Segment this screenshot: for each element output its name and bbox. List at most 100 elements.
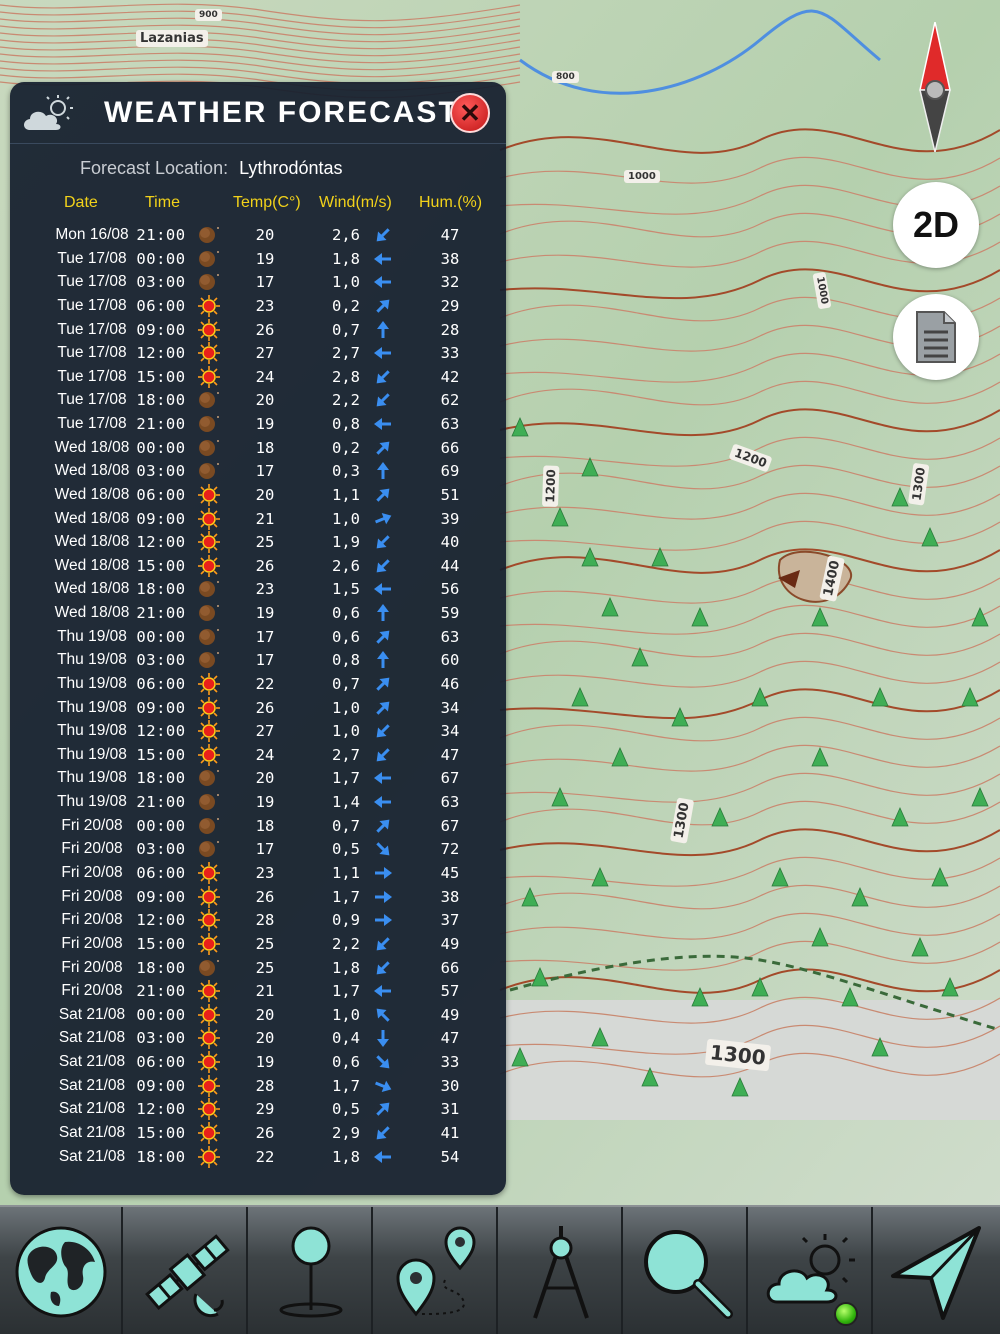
forecast-date: Wed 18/08 bbox=[54, 604, 130, 622]
forecast-temp: 19 bbox=[255, 249, 275, 268]
wind-direction-arrow-icon bbox=[372, 579, 394, 599]
forecast-wind-speed: 1,8 bbox=[332, 1147, 360, 1166]
wind-direction-arrow-icon bbox=[372, 839, 394, 859]
forecast-time: 15:00 bbox=[136, 367, 186, 386]
forecast-wind-speed: 2,9 bbox=[332, 1123, 360, 1142]
wind-direction-arrow-icon bbox=[372, 1123, 394, 1143]
map-label-elevation: 1000 bbox=[624, 170, 660, 183]
forecast-row: Fri 20/08 18:00 25 1,8 66 bbox=[10, 957, 506, 980]
document-button[interactable] bbox=[893, 294, 979, 380]
forecast-row: Wed 18/08 12:00 25 1,9 40 bbox=[10, 531, 506, 554]
forecast-row: Tue 17/08 09:00 26 0,7 28 bbox=[10, 318, 506, 342]
forecast-humidity: 42 bbox=[440, 367, 460, 386]
forecast-row: Tue 17/08 03:00 17 1,0 32 bbox=[10, 271, 506, 294]
globe-icon bbox=[15, 1226, 106, 1317]
forecast-date: Tue 17/08 bbox=[57, 273, 127, 291]
forecast-wind-speed: 2,6 bbox=[332, 556, 360, 575]
forecast-date: Tue 17/08 bbox=[57, 320, 127, 338]
forecast-temp: 21 bbox=[255, 509, 275, 528]
column-header-date: Date bbox=[64, 194, 98, 211]
forecast-humidity: 39 bbox=[440, 509, 460, 528]
moon-icon bbox=[197, 248, 221, 270]
panel-header: WEATHER FORECAST ✕ bbox=[10, 82, 506, 144]
sun-icon bbox=[197, 1051, 221, 1074]
forecast-wind-speed: 1,5 bbox=[332, 580, 360, 599]
route-pins-icon bbox=[395, 1226, 476, 1316]
forecast-date: Fri 20/08 bbox=[61, 816, 123, 834]
tool-globe-button[interactable] bbox=[0, 1207, 123, 1334]
view-mode-button[interactable]: 2D bbox=[893, 182, 979, 268]
forecast-humidity: 37 bbox=[440, 911, 460, 930]
view-mode-label: 2D bbox=[912, 204, 960, 245]
forecast-date: Wed 18/08 bbox=[54, 438, 130, 456]
forecast-row: Thu 19/08 12:00 27 1,0 34 bbox=[10, 720, 506, 743]
close-x-icon: ✕ bbox=[459, 98, 481, 128]
tool-satellite-button[interactable] bbox=[125, 1207, 248, 1334]
forecast-date: Thu 19/08 bbox=[57, 793, 127, 811]
tool-navigate-button[interactable] bbox=[875, 1207, 998, 1334]
tool-search-button[interactable] bbox=[625, 1207, 748, 1334]
sun-icon bbox=[197, 554, 221, 577]
forecast-location: Forecast Location: Lythrodóntas bbox=[80, 158, 343, 179]
tool-pin-button[interactable] bbox=[250, 1207, 373, 1334]
forecast-humidity: 56 bbox=[440, 580, 460, 599]
forecast-wind-speed: 1,0 bbox=[332, 1005, 360, 1024]
close-button[interactable]: ✕ bbox=[450, 93, 490, 133]
forecast-wind-speed: 0,7 bbox=[332, 320, 360, 339]
moon-icon bbox=[197, 578, 221, 600]
forecast-humidity: 59 bbox=[440, 604, 460, 623]
pin-icon bbox=[279, 1226, 342, 1317]
forecast-wind-speed: 1,0 bbox=[332, 509, 360, 528]
forecast-wind-speed: 1,7 bbox=[332, 1076, 360, 1095]
forecast-wind-speed: 0,2 bbox=[332, 438, 360, 457]
compass-button[interactable] bbox=[912, 21, 958, 153]
forecast-temp: 17 bbox=[255, 651, 275, 670]
forecast-wind-speed: 2,8 bbox=[332, 367, 360, 386]
map-label-elevation: 900 bbox=[195, 9, 222, 21]
forecast-row: Wed 18/08 15:00 26 2,6 44 bbox=[10, 554, 506, 578]
compass-needle-icon bbox=[919, 21, 951, 153]
forecast-wind-speed: 2,2 bbox=[332, 934, 360, 953]
wind-direction-arrow-icon bbox=[372, 627, 394, 647]
wind-direction-arrow-icon bbox=[372, 958, 394, 978]
forecast-date: Fri 20/08 bbox=[61, 982, 123, 1000]
column-header-temp: Temp(C°) bbox=[233, 194, 301, 211]
forecast-date: Fri 20/08 bbox=[61, 911, 123, 929]
forecast-date: Sat 21/08 bbox=[58, 1029, 126, 1047]
forecast-humidity: 33 bbox=[440, 1053, 460, 1072]
forecast-humidity: 33 bbox=[440, 344, 460, 363]
forecast-date: Fri 20/08 bbox=[61, 958, 123, 976]
wind-direction-arrow-icon bbox=[372, 674, 394, 694]
forecast-humidity: 60 bbox=[440, 651, 460, 670]
forecast-temp: 20 bbox=[255, 1029, 275, 1048]
sun-icon bbox=[197, 342, 221, 365]
wind-direction-arrow-icon bbox=[372, 509, 394, 529]
forecast-wind-speed: 1,0 bbox=[332, 273, 360, 292]
forecast-time: 09:00 bbox=[136, 698, 186, 717]
wind-direction-arrow-icon bbox=[372, 816, 394, 836]
forecast-temp: 26 bbox=[255, 320, 275, 339]
forecast-temp: 23 bbox=[255, 296, 275, 315]
forecast-date: Sat 21/08 bbox=[58, 1147, 126, 1165]
forecast-row: Sat 21/08 15:00 26 2,9 41 bbox=[10, 1121, 506, 1145]
forecast-time: 03:00 bbox=[136, 273, 186, 292]
forecast-temp: 20 bbox=[255, 391, 275, 410]
tool-route-button[interactable] bbox=[375, 1207, 498, 1334]
wind-direction-arrow-icon bbox=[372, 532, 394, 552]
forecast-date: Wed 18/08 bbox=[54, 556, 130, 574]
forecast-row: Thu 19/08 21:00 19 1,4 63 bbox=[10, 791, 506, 814]
forecast-row: Sat 21/08 03:00 20 0,4 47 bbox=[10, 1027, 506, 1050]
wind-direction-arrow-icon bbox=[372, 745, 394, 765]
forecast-temp: 28 bbox=[255, 1076, 275, 1095]
forecast-temp: 26 bbox=[255, 698, 275, 717]
moon-icon bbox=[197, 602, 221, 624]
forecast-wind-speed: 1,4 bbox=[332, 793, 360, 812]
sun-icon bbox=[197, 1003, 221, 1026]
forecast-time: 15:00 bbox=[136, 1123, 186, 1142]
forecast-time: 21:00 bbox=[136, 982, 186, 1001]
tool-measure-button[interactable] bbox=[500, 1207, 623, 1334]
forecast-date: Wed 18/08 bbox=[54, 533, 130, 551]
forecast-temp: 28 bbox=[255, 911, 275, 930]
forecast-wind-speed: 0,4 bbox=[332, 1029, 360, 1048]
moon-icon bbox=[197, 767, 221, 789]
